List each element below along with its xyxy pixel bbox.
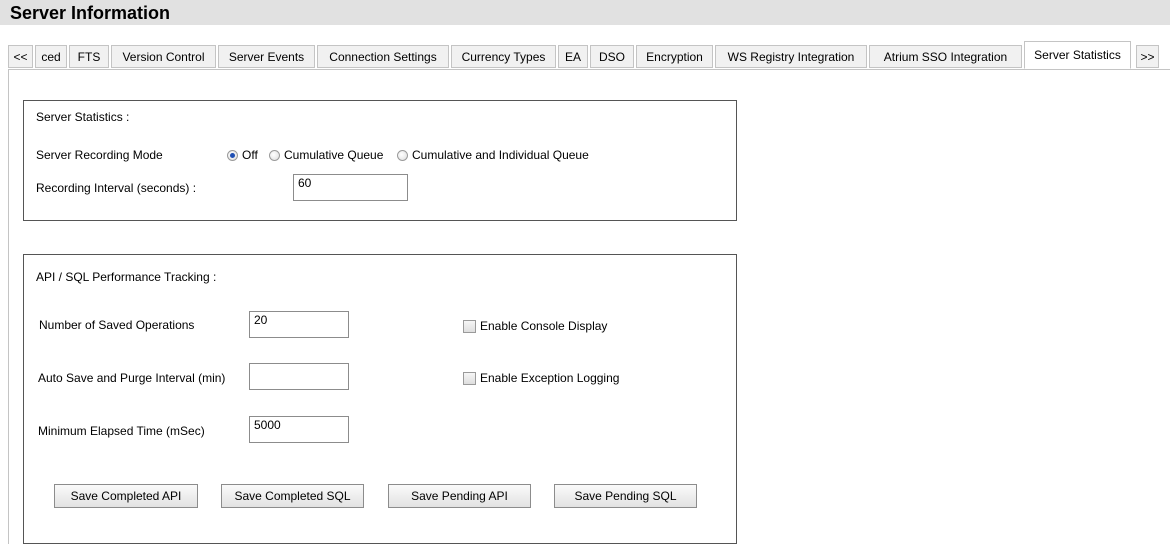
tab-ea[interactable]: EA <box>558 45 588 68</box>
recording-mode-cumulative-radio[interactable] <box>269 150 280 161</box>
recording-interval-input[interactable]: 60 <box>293 174 408 201</box>
tab-content: Server Statistics : Server Recording Mod… <box>8 69 1170 544</box>
save-pending-sql-button[interactable]: Save Pending SQL <box>554 484 697 508</box>
tab-connection-settings[interactable]: Connection Settings <box>317 45 449 68</box>
min-elapsed-time-input[interactable]: 5000 <box>249 416 349 443</box>
recording-mode-cumulative-individual-radio[interactable] <box>397 150 408 161</box>
tab-dso[interactable]: DSO <box>590 45 634 68</box>
save-completed-sql-button[interactable]: Save Completed SQL <box>221 484 364 508</box>
saved-operations-input[interactable]: 20 <box>249 311 349 338</box>
performance-tracking-heading: API / SQL Performance Tracking : <box>36 270 217 284</box>
enable-exception-logging-checkbox[interactable] <box>463 372 476 385</box>
min-elapsed-time-label: Minimum Elapsed Time (mSec) <box>38 424 205 438</box>
purge-interval-input[interactable] <box>249 363 349 390</box>
tab-server-statistics[interactable]: Server Statistics <box>1024 41 1131 69</box>
tab-scroll-left[interactable]: << <box>8 45 33 68</box>
save-completed-api-button[interactable]: Save Completed API <box>54 484 198 508</box>
purge-interval-label: Auto Save and Purge Interval (min) <box>38 371 226 385</box>
tab-advanced[interactable]: ced <box>35 45 67 68</box>
recording-mode-off-label[interactable]: Off <box>242 148 258 162</box>
recording-mode-cumulative-individual-label[interactable]: Cumulative and Individual Queue <box>412 148 589 162</box>
server-statistics-panel: Server Statistics : Server Recording Mod… <box>23 100 737 221</box>
tab-server-events[interactable]: Server Events <box>218 45 315 68</box>
recording-interval-label: Recording Interval (seconds) : <box>36 181 197 195</box>
enable-exception-logging-label[interactable]: Enable Exception Logging <box>480 371 619 385</box>
tab-currency-types[interactable]: Currency Types <box>451 45 556 68</box>
saved-operations-label: Number of Saved Operations <box>39 318 195 332</box>
tab-version-control[interactable]: Version Control <box>111 45 216 68</box>
tab-atrium-sso-integration[interactable]: Atrium SSO Integration <box>869 45 1022 68</box>
tab-bar: << ced FTS Version Control Server Events… <box>8 41 1170 69</box>
page-header: Server Information <box>0 0 1170 25</box>
enable-console-display-checkbox[interactable] <box>463 320 476 333</box>
tab-scroll-right[interactable]: >> <box>1136 45 1159 68</box>
page-title: Server Information <box>10 3 171 23</box>
tab-encryption[interactable]: Encryption <box>636 45 713 68</box>
tab-ws-registry-integration[interactable]: WS Registry Integration <box>715 45 867 68</box>
recording-mode-off-radio[interactable] <box>227 150 238 161</box>
recording-mode-cumulative-label[interactable]: Cumulative Queue <box>284 148 383 162</box>
save-pending-api-button[interactable]: Save Pending API <box>388 484 531 508</box>
enable-console-display-label[interactable]: Enable Console Display <box>480 319 607 333</box>
tab-fts[interactable]: FTS <box>69 45 109 68</box>
server-statistics-heading: Server Statistics : <box>36 110 130 124</box>
recording-mode-label: Server Recording Mode <box>36 148 163 162</box>
performance-tracking-panel: API / SQL Performance Tracking : Number … <box>23 254 737 544</box>
